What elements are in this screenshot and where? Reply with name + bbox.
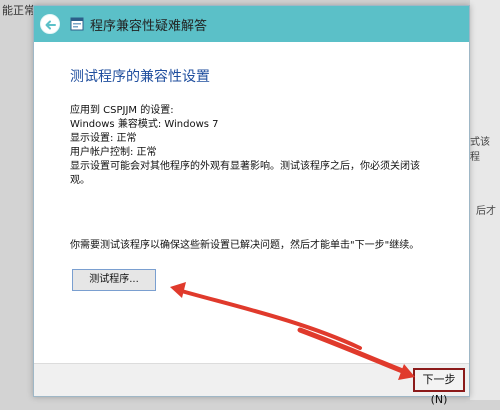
annotation-arrow-to-next: [297, 327, 415, 380]
annotation-arrows: [170, 282, 415, 380]
annotation-arrow-to-test: [170, 282, 362, 350]
